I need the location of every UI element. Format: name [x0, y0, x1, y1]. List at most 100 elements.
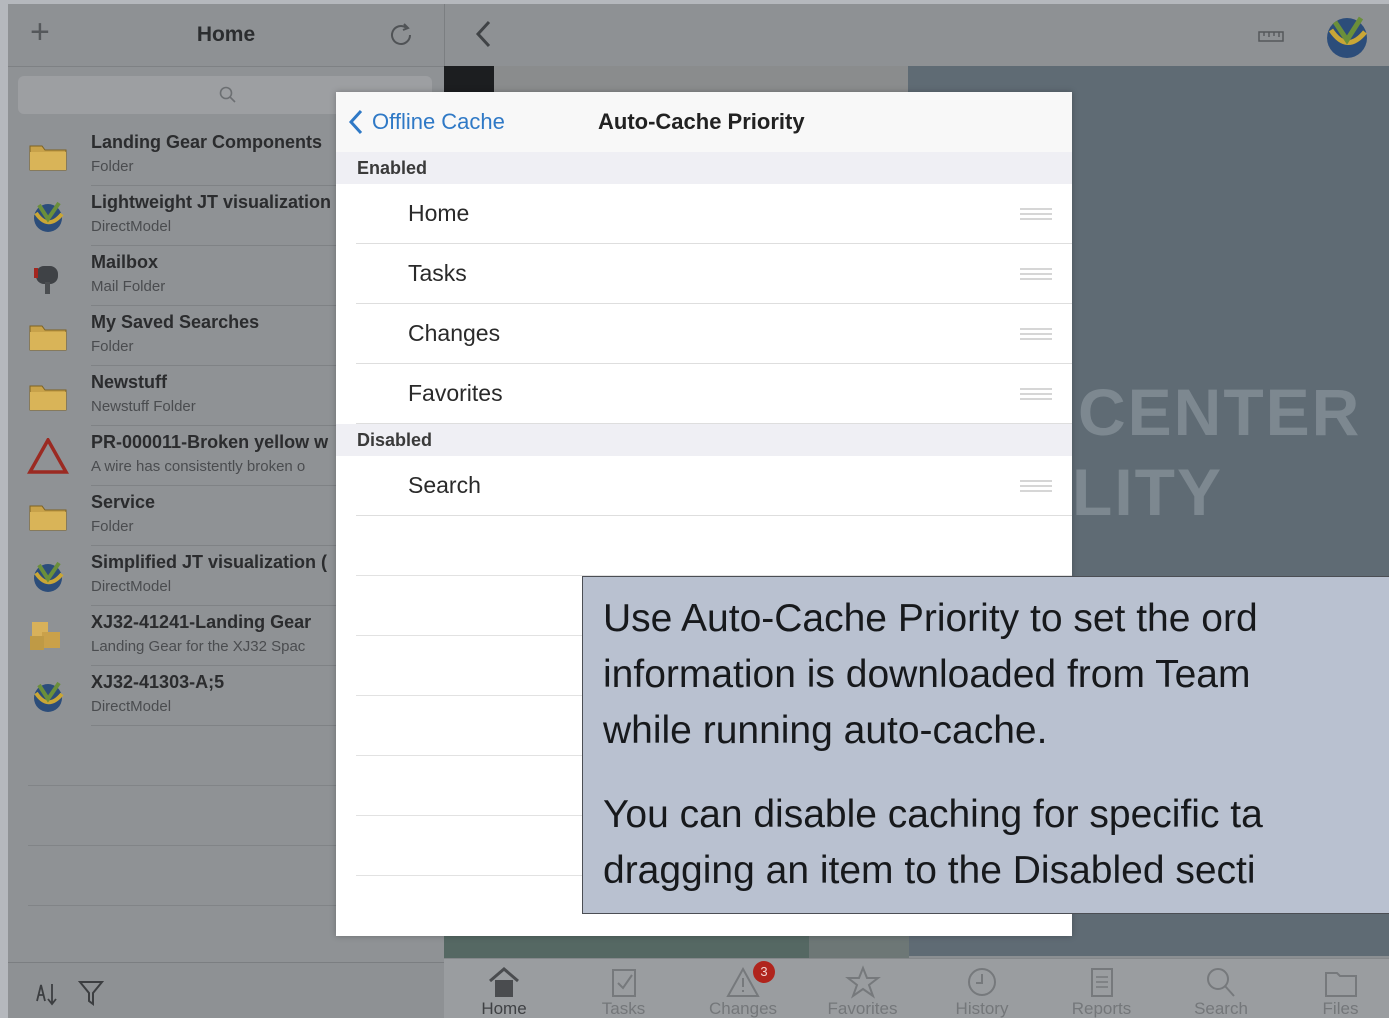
offline-cache-back-button[interactable]: Offline Cache — [348, 108, 505, 136]
tab-changes[interactable]: Changes 3 — [683, 959, 803, 1018]
refresh-icon[interactable] — [384, 18, 418, 52]
priority-row[interactable]: Favorites — [336, 364, 1072, 424]
star-icon — [844, 965, 881, 999]
item-title: Landing Gear Components — [91, 132, 323, 152]
priority-row-label: Home — [408, 200, 470, 226]
search-icon — [219, 86, 236, 103]
item-subtitle: DirectModel — [91, 578, 172, 595]
jt-model-icon — [26, 198, 70, 234]
item-title: Simplified JT visualization ( — [91, 552, 328, 572]
tab-history[interactable]: History — [922, 959, 1042, 1018]
tab-label: History — [955, 999, 1009, 1018]
help-callout: Use Auto-Cache Priority to set the ord i… — [582, 576, 1389, 914]
item-subtitle: A wire has consistently broken o — [91, 458, 306, 475]
tab-label: Reports — [1071, 999, 1132, 1018]
section-header-label: Enabled — [357, 158, 428, 178]
section-header: Disabled — [336, 424, 1072, 456]
item-title: PR-000011-Broken yellow w — [91, 432, 329, 452]
item-subtitle: Landing Gear for the XJ32 Spac — [91, 638, 306, 655]
photo-strip — [444, 936, 809, 958]
item-title: Mailbox — [91, 252, 159, 272]
tab-search[interactable]: Search — [1161, 959, 1281, 1018]
priority-row[interactable]: Changes — [336, 304, 1072, 364]
teamcenter-logo-icon[interactable] — [1321, 10, 1373, 62]
sidebar-footer — [8, 962, 444, 1018]
callout-line: You can disable caching for specific ta — [603, 793, 1263, 836]
item-subtitle: Mail Folder — [91, 278, 166, 295]
tab-label: Tasks — [601, 999, 646, 1018]
back-label: Offline Cache — [372, 109, 505, 134]
callout-line: information is downloaded from Team — [603, 653, 1251, 696]
reorder-grip-icon[interactable] — [1020, 388, 1052, 400]
priority-row[interactable]: Search — [336, 456, 1072, 516]
problem-report-icon — [26, 436, 70, 474]
item-subtitle: DirectModel — [91, 698, 172, 715]
tab-label: Favorites — [827, 999, 898, 1018]
files-icon — [1323, 965, 1359, 999]
tab-home[interactable]: Home — [444, 959, 564, 1018]
tab-tasks[interactable]: Tasks — [564, 959, 684, 1018]
mailbox-icon — [26, 258, 70, 294]
priority-row-label: Search — [408, 472, 481, 498]
tab-label: Home — [481, 999, 527, 1018]
home-icon — [486, 965, 522, 999]
reorder-grip-icon[interactable] — [1020, 268, 1052, 280]
item-subtitle: DirectModel — [91, 218, 172, 235]
jt-model-icon — [26, 678, 70, 714]
sidebar-title: Home — [196, 23, 256, 46]
tab-label: Changes — [708, 999, 778, 1018]
tab-favorites[interactable]: Favorites — [803, 959, 923, 1018]
filter-icon[interactable] — [78, 979, 104, 1007]
item-title: XJ32-41241-Landing Gear — [91, 612, 312, 632]
tab-bar: Home Tasks Changes 3 Favorites History Reports… — [444, 958, 1389, 1018]
priority-row[interactable]: Tasks — [336, 244, 1072, 304]
back-chevron-icon — [348, 109, 363, 135]
tab-label: Files — [1322, 999, 1359, 1018]
sidebar-header: + Home — [8, 4, 444, 67]
tab-files[interactable]: Files — [1281, 959, 1389, 1018]
sort-icon[interactable] — [32, 979, 62, 1009]
callout-line: dragging an item to the Disabled secti — [603, 849, 1256, 892]
folder-icon — [26, 498, 70, 534]
item-subtitle: Folder — [91, 158, 134, 175]
clock-icon — [964, 965, 1000, 999]
item-subtitle: Folder — [91, 518, 134, 535]
item-subtitle: Newstuff Folder — [91, 398, 196, 415]
splash-text-line2: LITY — [1072, 455, 1223, 529]
callout-line: Use Auto-Cache Priority to set the ord — [603, 597, 1258, 640]
callout-paragraph-2: You can disable caching for specific ta … — [603, 787, 1263, 899]
folder-icon — [26, 318, 70, 354]
ruler-icon[interactable] — [1257, 28, 1285, 44]
item-title: My Saved Searches — [91, 312, 260, 332]
reports-icon — [1084, 965, 1120, 999]
tab-label: Search — [1194, 999, 1248, 1018]
reorder-grip-icon[interactable] — [1020, 480, 1052, 492]
main-header — [444, 4, 1389, 67]
reorder-grip-icon[interactable] — [1020, 328, 1052, 340]
callout-line: while running auto-cache. — [603, 709, 1048, 752]
item-title: Lightweight JT visualization — [91, 192, 332, 212]
popover-title: Auto-Cache Priority — [598, 109, 805, 134]
priority-row-label: Favorites — [408, 380, 503, 406]
priority-row[interactable]: Home — [336, 184, 1072, 244]
splash-text-line1: CENTER — [1078, 375, 1362, 449]
jt-model-icon — [26, 558, 70, 594]
section-header: Enabled — [336, 152, 1072, 184]
photo-strip — [809, 936, 909, 958]
tasks-icon — [606, 965, 642, 999]
changes-badge: 3 — [753, 961, 775, 983]
section-header-label: Disabled — [357, 430, 433, 450]
content-thumbnail — [444, 66, 494, 92]
popover-header: Offline Cache Auto-Cache Priority — [336, 92, 1072, 153]
item-box-icon — [26, 618, 70, 654]
folder-icon — [26, 138, 70, 174]
tab-reports[interactable]: Reports — [1042, 959, 1162, 1018]
item-title: Newstuff — [91, 372, 167, 392]
reorder-grip-icon[interactable] — [1020, 208, 1052, 220]
item-title: XJ32-41303-A;5 — [91, 672, 225, 692]
divider — [356, 515, 1072, 516]
priority-row-label: Changes — [408, 320, 501, 346]
back-chevron-icon[interactable] — [473, 18, 495, 50]
search-icon — [1203, 965, 1239, 999]
item-title: Service — [91, 492, 156, 512]
